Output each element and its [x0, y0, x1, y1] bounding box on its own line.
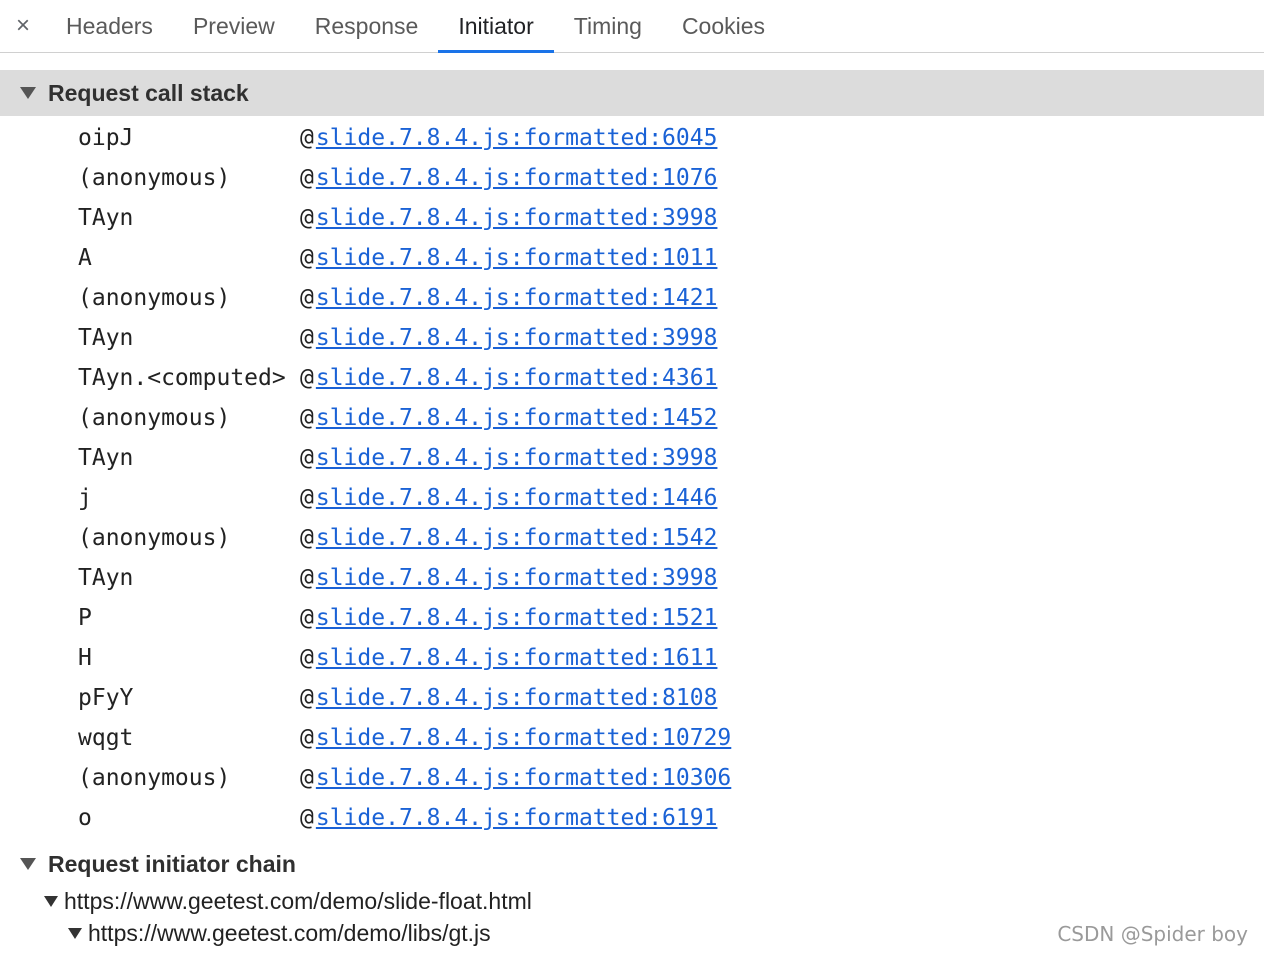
tab-response[interactable]: Response: [295, 0, 439, 52]
function-name: pFyY: [78, 685, 134, 711]
call-stack-frame: P @ slide.7.8.4.js:formatted:1521: [0, 598, 1264, 638]
devtools-tab-bar: × Headers Preview Response Initiator Tim…: [0, 0, 1264, 53]
watermark: CSDN @Spider boy: [1057, 922, 1248, 946]
function-name: A: [78, 245, 92, 271]
source-location-link[interactable]: slide.7.8.4.js:formatted:8108: [316, 685, 718, 711]
call-stack-frame: wqgt @ slide.7.8.4.js:formatted:10729: [0, 718, 1264, 758]
source-location-link[interactable]: slide.7.8.4.js:formatted:1521: [316, 605, 718, 631]
at-symbol: @: [300, 525, 314, 551]
at-symbol: @: [300, 325, 314, 351]
at-symbol: @: [300, 805, 314, 831]
at-symbol: @: [300, 245, 314, 271]
initiator-chain-item[interactable]: https://www.geetest.com/demo/libs/gt.js: [68, 920, 491, 947]
source-location-link[interactable]: slide.7.8.4.js:formatted:1076: [316, 165, 718, 191]
source-location-link[interactable]: slide.7.8.4.js:formatted:3998: [316, 205, 718, 231]
function-name: (anonymous): [78, 765, 231, 791]
at-symbol: @: [300, 205, 314, 231]
at-symbol: @: [300, 165, 314, 191]
initiator-chain-item[interactable]: https://www.geetest.com/demo/slide-float…: [44, 888, 532, 915]
source-location-link[interactable]: slide.7.8.4.js:formatted:1452: [316, 405, 718, 431]
source-location-link[interactable]: slide.7.8.4.js:formatted:3998: [316, 445, 718, 471]
call-stack-frame: H @ slide.7.8.4.js:formatted:1611: [0, 638, 1264, 678]
at-symbol: @: [300, 405, 314, 431]
source-location-link[interactable]: slide.7.8.4.js:formatted:3998: [316, 565, 718, 591]
call-stack-frame: TAyn.<computed> @ slide.7.8.4.js:formatted…: [0, 358, 1264, 398]
source-location-link[interactable]: slide.7.8.4.js:formatted:1011: [316, 245, 718, 271]
request-initiator-chain-header[interactable]: Request initiator chain: [0, 841, 1264, 887]
function-name: oipJ: [78, 125, 134, 151]
function-name: H: [78, 645, 92, 671]
at-symbol: @: [300, 605, 314, 631]
collapse-triangle-icon: [20, 858, 36, 870]
at-symbol: @: [300, 645, 314, 671]
call-stack-frame: TAyn @ slide.7.8.4.js:formatted:3998: [0, 558, 1264, 598]
function-name: TAyn: [78, 445, 134, 471]
source-location-link[interactable]: slide.7.8.4.js:formatted:4361: [316, 365, 718, 391]
function-name: j: [78, 485, 92, 511]
source-location-link[interactable]: slide.7.8.4.js:formatted:6045: [316, 125, 718, 151]
tab-initiator[interactable]: Initiator: [438, 0, 555, 53]
expand-triangle-icon: [68, 928, 82, 939]
function-name: wqgt: [78, 725, 134, 751]
at-symbol: @: [300, 445, 314, 471]
source-location-link[interactable]: slide.7.8.4.js:formatted:6191: [316, 805, 718, 831]
source-location-link[interactable]: slide.7.8.4.js:formatted:1446: [316, 485, 718, 511]
function-name: (anonymous): [78, 285, 231, 311]
call-stack-frame: j @ slide.7.8.4.js:formatted:1446: [0, 478, 1264, 518]
function-name: TAyn.<computed>: [78, 365, 286, 391]
call-stack-frame: (anonymous) @ slide.7.8.4.js:formatted:145…: [0, 398, 1264, 438]
tab-preview[interactable]: Preview: [173, 0, 295, 52]
function-name: (anonymous): [78, 405, 231, 431]
expand-triangle-icon: [44, 896, 58, 907]
function-name: TAyn: [78, 565, 134, 591]
collapse-triangle-icon: [20, 87, 36, 99]
function-name: TAyn: [78, 205, 134, 231]
tab-headers[interactable]: Headers: [46, 0, 173, 52]
at-symbol: @: [300, 285, 314, 311]
call-stack-list: oipJ @ slide.7.8.4.js:formatted:6045 (anony…: [0, 118, 1264, 838]
call-stack-frame: A @ slide.7.8.4.js:formatted:1011: [0, 238, 1264, 278]
tab-cookies[interactable]: Cookies: [662, 0, 785, 52]
source-location-link[interactable]: slide.7.8.4.js:formatted:10729: [316, 725, 731, 751]
call-stack-frame: oipJ @ slide.7.8.4.js:formatted:6045: [0, 118, 1264, 158]
tab-timing[interactable]: Timing: [554, 0, 662, 52]
function-name: P: [78, 605, 92, 631]
function-name: TAyn: [78, 325, 134, 351]
source-location-link[interactable]: slide.7.8.4.js:formatted:1542: [316, 525, 718, 551]
at-symbol: @: [300, 485, 314, 511]
close-icon[interactable]: ×: [0, 0, 46, 52]
request-call-stack-header[interactable]: Request call stack: [0, 70, 1264, 116]
call-stack-frame: (anonymous) @ slide.7.8.4.js:formatted:107…: [0, 158, 1264, 198]
at-symbol: @: [300, 765, 314, 791]
call-stack-frame: TAyn @ slide.7.8.4.js:formatted:3998: [0, 198, 1264, 238]
at-symbol: @: [300, 565, 314, 591]
call-stack-frame: o @ slide.7.8.4.js:formatted:6191: [0, 798, 1264, 838]
function-name: (anonymous): [78, 165, 231, 191]
call-stack-frame: TAyn @ slide.7.8.4.js:formatted:3998: [0, 438, 1264, 478]
call-stack-frame: pFyY @ slide.7.8.4.js:formatted:8108: [0, 678, 1264, 718]
function-name: o: [78, 805, 92, 831]
call-stack-frame: TAyn @ slide.7.8.4.js:formatted:3998: [0, 318, 1264, 358]
at-symbol: @: [300, 125, 314, 151]
initiator-url: https://www.geetest.com/demo/libs/gt.js: [88, 920, 491, 946]
at-symbol: @: [300, 725, 314, 751]
function-name: (anonymous): [78, 525, 231, 551]
at-symbol: @: [300, 365, 314, 391]
call-stack-frame: (anonymous) @ slide.7.8.4.js:formatted:154…: [0, 518, 1264, 558]
source-location-link[interactable]: slide.7.8.4.js:formatted:1421: [316, 285, 718, 311]
source-location-link[interactable]: slide.7.8.4.js:formatted:1611: [316, 645, 718, 671]
initiator-url: https://www.geetest.com/demo/slide-float…: [64, 888, 532, 914]
section-title: Request initiator chain: [48, 850, 296, 877]
at-symbol: @: [300, 685, 314, 711]
source-location-link[interactable]: slide.7.8.4.js:formatted:3998: [316, 325, 718, 351]
section-title: Request call stack: [48, 79, 249, 106]
call-stack-frame: (anonymous) @ slide.7.8.4.js:formatted:142…: [0, 278, 1264, 318]
source-location-link[interactable]: slide.7.8.4.js:formatted:10306: [316, 765, 731, 791]
call-stack-frame: (anonymous) @ slide.7.8.4.js:formatted:103…: [0, 758, 1264, 798]
